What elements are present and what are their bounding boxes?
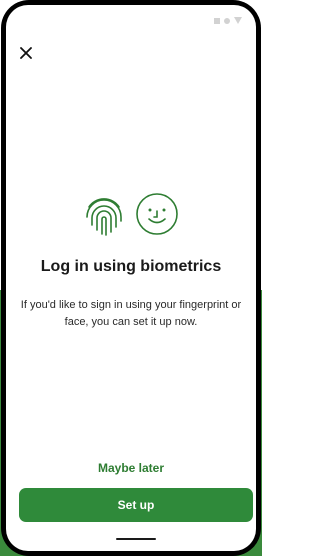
close-icon bbox=[20, 47, 32, 59]
app-screen: Log in using biometrics If you'd like to… bbox=[6, 5, 256, 551]
biometric-icons bbox=[6, 191, 256, 237]
home-indicator bbox=[116, 538, 156, 540]
maybe-later-button[interactable]: Maybe later bbox=[6, 461, 256, 475]
battery-icon bbox=[234, 17, 242, 24]
signal-icon bbox=[214, 17, 220, 24]
close-button[interactable] bbox=[16, 43, 36, 63]
page-title: Log in using biometrics bbox=[40, 258, 222, 275]
phone-frame: Log in using biometrics If you'd like to… bbox=[1, 0, 261, 556]
description-text: If you'd like to sign in using your fing… bbox=[20, 299, 242, 328]
wifi-icon bbox=[224, 17, 230, 24]
face-icon bbox=[136, 193, 178, 235]
setup-button[interactable]: Set up bbox=[19, 488, 253, 522]
status-bar bbox=[214, 17, 242, 24]
fingerprint-icon bbox=[86, 198, 122, 236]
